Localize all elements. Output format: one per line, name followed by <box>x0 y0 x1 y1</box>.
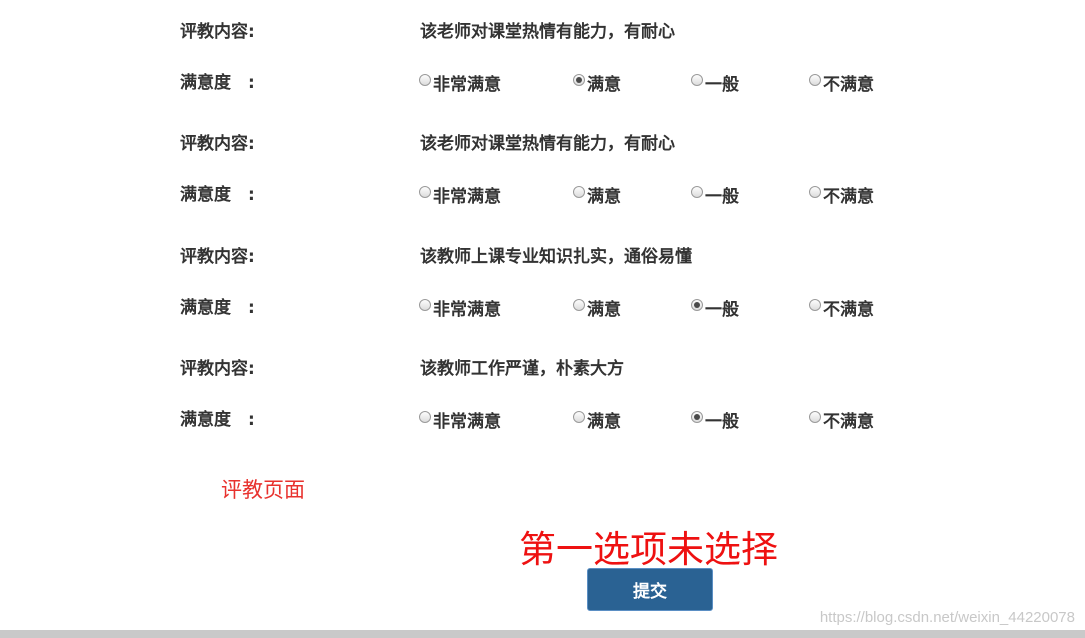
option-very-satisfied[interactable]: 非常满意 <box>419 70 501 95</box>
option-unsatisfied[interactable]: 不满意 <box>809 295 874 320</box>
watermark: https://blog.csdn.net/weixin_44220078 <box>819 609 1075 626</box>
satisfaction-label: 满意度 : <box>180 298 255 318</box>
option-average[interactable]: 一般 <box>691 182 739 207</box>
option-satisfied[interactable]: 满意 <box>573 407 621 432</box>
content-text: 该教师工作严谨，朴素大方 <box>420 359 624 379</box>
option-average[interactable]: 一般 <box>691 295 739 320</box>
option-average[interactable]: 一般 <box>691 407 739 432</box>
option-satisfied[interactable]: 满意 <box>573 182 621 207</box>
option-unsatisfied[interactable]: 不满意 <box>809 182 874 207</box>
radio-button[interactable] <box>809 298 821 311</box>
option-satisfied[interactable]: 满意 <box>573 295 621 320</box>
radio-button[interactable] <box>419 73 431 86</box>
radio-button[interactable] <box>573 185 585 198</box>
radio-button-checked[interactable] <box>691 298 703 311</box>
page-caption-annotation: 评教页面 <box>221 478 305 502</box>
option-label: 不满意 <box>823 187 874 207</box>
option-label: 非常满意 <box>433 75 501 95</box>
content-text: 该教师上课专业知识扎实，通俗易懂 <box>420 247 692 267</box>
option-label: 非常满意 <box>433 412 501 432</box>
radio-button[interactable] <box>573 298 585 311</box>
option-label: 不满意 <box>823 75 874 95</box>
option-satisfied[interactable]: 满意 <box>573 70 621 95</box>
option-unsatisfied[interactable]: 不满意 <box>809 407 874 432</box>
content-label: 评教内容: <box>180 134 255 154</box>
content-label: 评教内容: <box>180 247 255 267</box>
horizontal-scrollbar[interactable] <box>0 630 1085 638</box>
radio-button[interactable] <box>809 73 821 86</box>
option-very-satisfied[interactable]: 非常满意 <box>419 182 501 207</box>
radio-button-checked[interactable] <box>691 410 703 423</box>
option-label: 一般 <box>705 412 739 432</box>
satisfaction-label: 满意度 : <box>180 185 255 205</box>
radio-button[interactable] <box>419 410 431 423</box>
option-label: 非常满意 <box>433 187 501 207</box>
content-label: 评教内容: <box>180 359 255 379</box>
radio-button-checked[interactable] <box>573 73 585 86</box>
option-label: 满意 <box>587 412 621 432</box>
warning-annotation: 第一选项未选择 <box>519 528 778 571</box>
radio-button[interactable] <box>573 410 585 423</box>
radio-button[interactable] <box>419 185 431 198</box>
radio-button[interactable] <box>419 298 431 311</box>
option-label: 不满意 <box>823 300 874 320</box>
option-label: 满意 <box>587 300 621 320</box>
option-label: 一般 <box>705 75 739 95</box>
content-label: 评教内容: <box>180 22 255 42</box>
option-label: 一般 <box>705 187 739 207</box>
submit-button[interactable]: 提交 <box>587 568 713 611</box>
radio-button[interactable] <box>809 185 821 198</box>
radio-button[interactable] <box>691 73 703 86</box>
radio-button[interactable] <box>691 185 703 198</box>
option-average[interactable]: 一般 <box>691 70 739 95</box>
content-text: 该老师对课堂热情有能力，有耐心 <box>420 22 675 42</box>
radio-button[interactable] <box>809 410 821 423</box>
option-very-satisfied[interactable]: 非常满意 <box>419 295 501 320</box>
option-label: 满意 <box>587 75 621 95</box>
satisfaction-label: 满意度 : <box>180 410 255 430</box>
satisfaction-label: 满意度 : <box>180 73 255 93</box>
option-label: 不满意 <box>823 412 874 432</box>
option-very-satisfied[interactable]: 非常满意 <box>419 407 501 432</box>
content-text: 该老师对课堂热情有能力，有耐心 <box>420 134 675 154</box>
option-label: 一般 <box>705 300 739 320</box>
option-label: 非常满意 <box>433 300 501 320</box>
option-label: 满意 <box>587 187 621 207</box>
option-unsatisfied[interactable]: 不满意 <box>809 70 874 95</box>
